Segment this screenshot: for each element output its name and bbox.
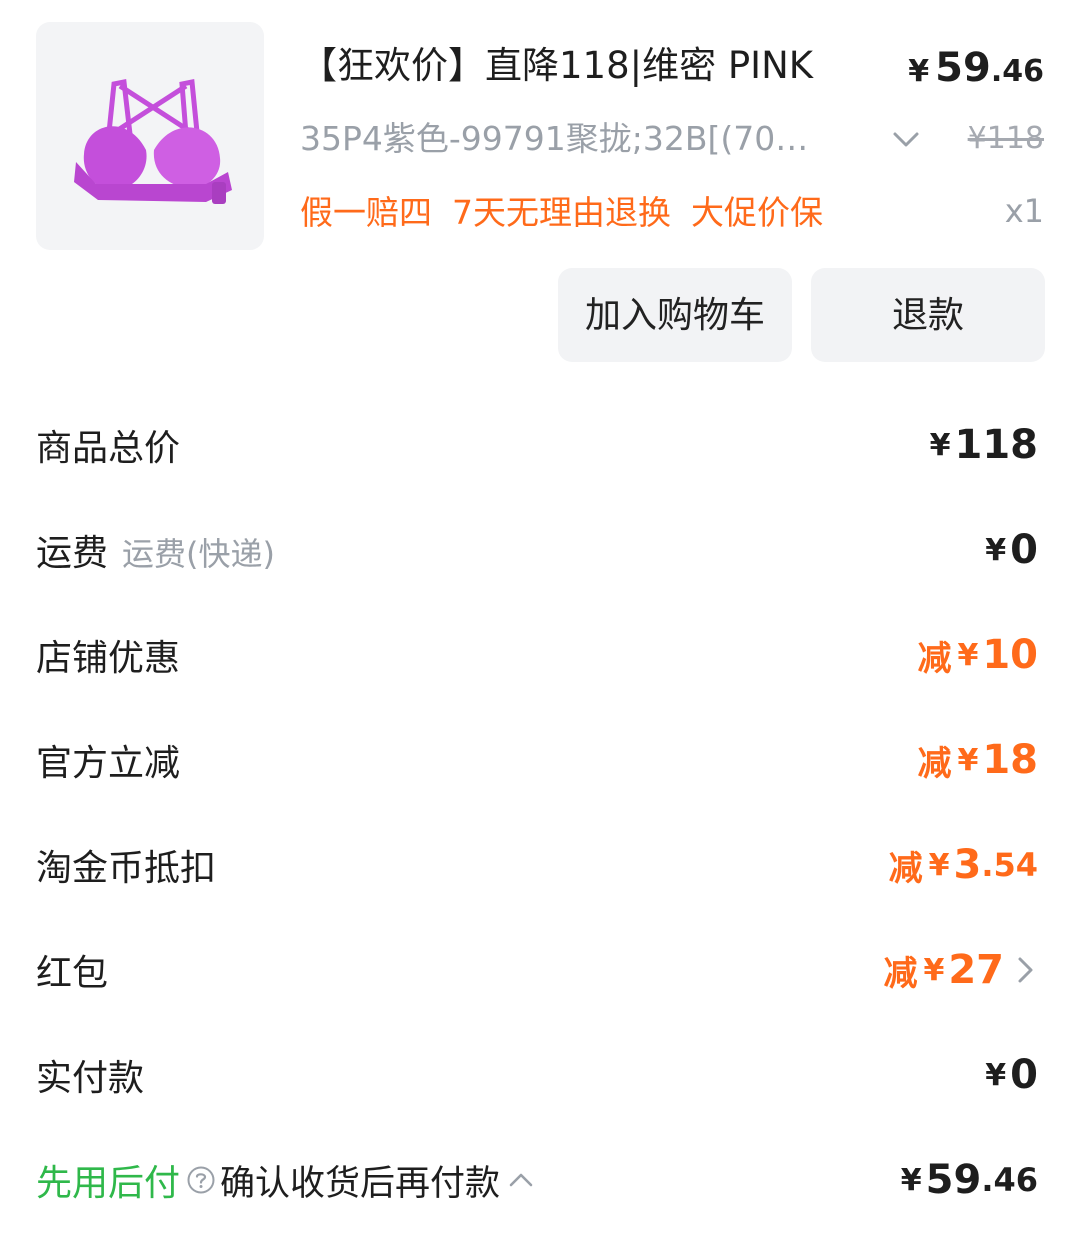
order-detail-page: 【狂欢价】直降118|维密 PINK ¥59.46 35P4紫色-99791聚拢… [0, 0, 1080, 1256]
shipping-method: 运费(快递) [122, 535, 275, 573]
summary-row-store-discount: 店铺优惠 减 ¥10 [36, 632, 1038, 679]
chevron-down-icon[interactable] [890, 126, 922, 154]
bnpl-description: 确认收货后再付款 [220, 1163, 501, 1204]
product-thumbnail[interactable] [36, 22, 264, 250]
summary-row-bnpl[interactable]: 先用后付 确认收货后再付款 ¥59.46 [36, 1145, 1038, 1215]
service-tag: 假一赔四 [300, 193, 432, 232]
original-price: ¥118 [967, 121, 1044, 156]
store-discount-value: 减 ¥10 [917, 632, 1038, 679]
summary-row-total: 商品总价 ¥118 [36, 422, 1038, 469]
chevron-right-icon[interactable] [1012, 952, 1038, 988]
summary-row-red-packet[interactable]: 红包 减 ¥27 [36, 935, 1038, 1005]
bnpl-amount: ¥59.46 [900, 1157, 1038, 1203]
bnpl-title: 先用后付 [36, 1163, 181, 1204]
summary-row-shipping: 运费 运费(快递) ¥0 [36, 527, 1038, 574]
product-price: ¥59.46 [908, 45, 1044, 91]
add-to-cart-button[interactable]: 加入购物车 [558, 268, 792, 362]
service-tags: 假一赔四 7天无理由退换 大促价保 [300, 188, 823, 238]
service-tag: 7天无理由退换 [452, 193, 671, 232]
summary-row-official-discount: 官方立减 减 ¥18 [36, 737, 1038, 784]
quantity: x1 [1004, 192, 1044, 230]
official-discount-value: 减 ¥18 [917, 737, 1038, 784]
chevron-up-icon[interactable] [506, 1168, 536, 1192]
product-spec[interactable]: 35P4紫色-99791聚拢;32B[(70… [300, 113, 882, 165]
summary-row-paid: 实付款 ¥0 [36, 1052, 1038, 1099]
bra-product-image [74, 79, 232, 204]
shipping-value: ¥0 [985, 527, 1038, 573]
coins-discount-value: 减 ¥3.54 [888, 842, 1038, 889]
paid-value: ¥0 [985, 1052, 1038, 1098]
product-spec-text: 35P4紫色-99791聚拢;32B[(70… [300, 119, 809, 158]
service-tag: 大促价保 [691, 193, 823, 232]
red-packet-value[interactable]: 减 ¥27 [883, 946, 1038, 995]
help-icon[interactable] [186, 1165, 216, 1195]
total-price-value: ¥118 [929, 422, 1038, 468]
product-title[interactable]: 【狂欢价】直降118|维密 PINK [300, 38, 890, 94]
refund-button[interactable]: 退款 [811, 268, 1045, 362]
summary-row-coins: 淘金币抵扣 减 ¥3.54 [36, 842, 1038, 889]
